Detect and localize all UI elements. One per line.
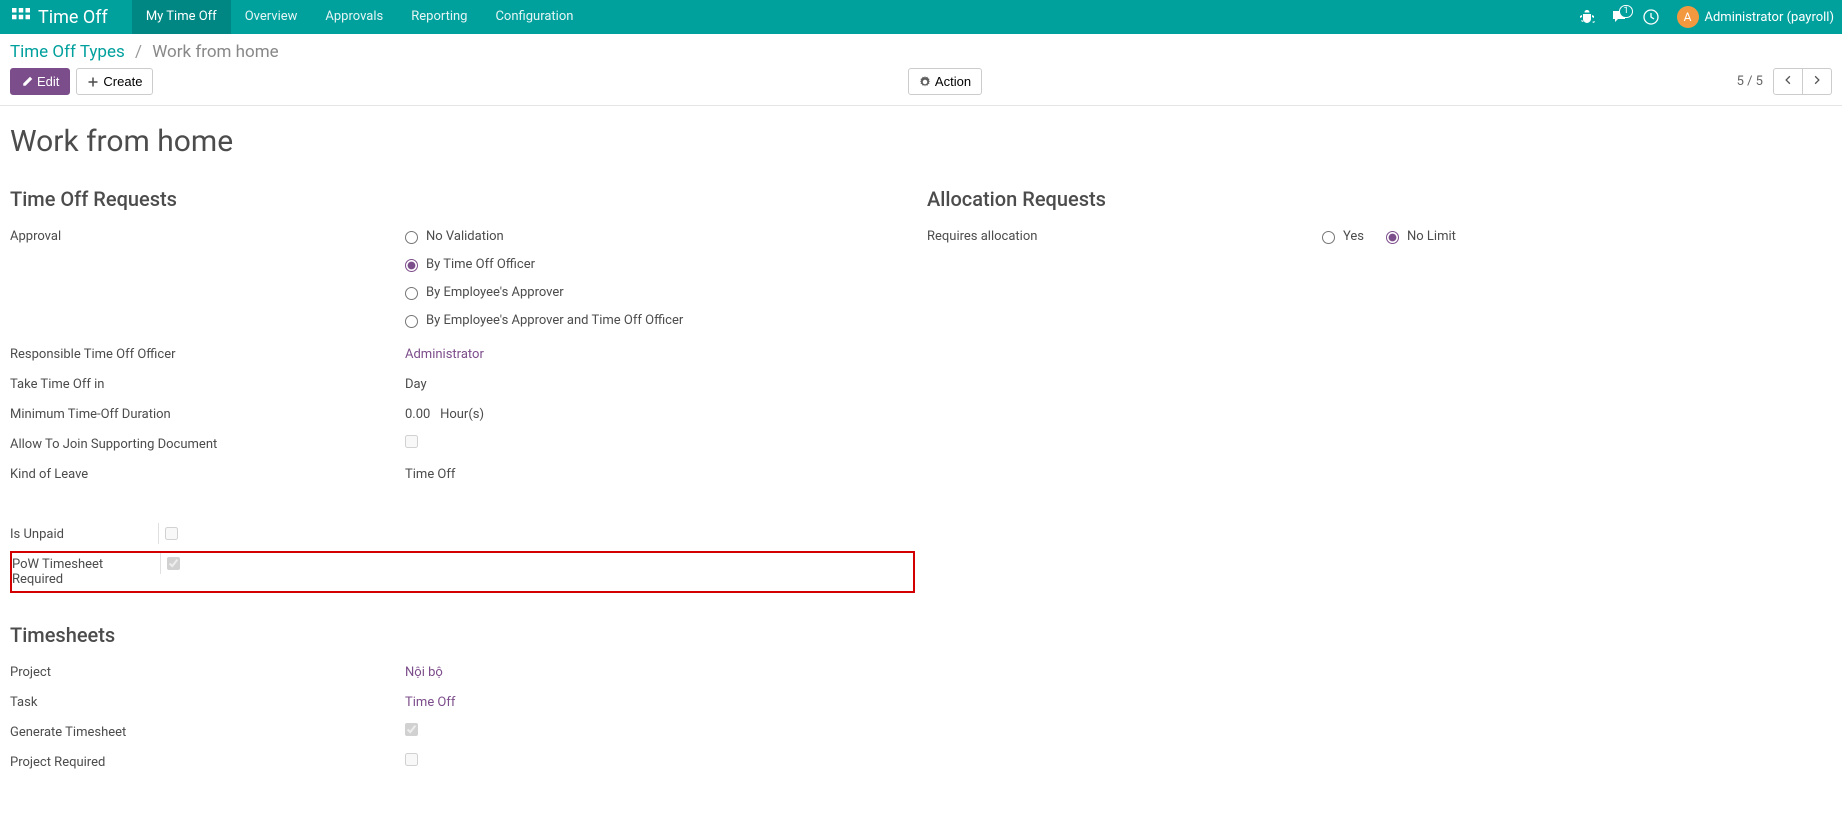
plus-icon [87, 76, 99, 88]
label-min-duration: Minimum Time-Off Duration [10, 405, 405, 425]
value-project[interactable]: Nội bộ [405, 665, 443, 680]
label-pow: PoW Timesheet Required [12, 553, 160, 591]
section-allocation: Allocation Requests [927, 187, 1832, 211]
edit-button[interactable]: Edit [10, 68, 70, 95]
radio-by-officer[interactable]: By Time Off Officer [405, 255, 915, 275]
breadcrumb: Time Off Types / Work from home [10, 42, 279, 62]
radio-no-validation[interactable]: No Validation [405, 227, 915, 247]
conversations-icon[interactable]: 1 [1611, 9, 1627, 25]
value-min-duration: 0.00 Hour(s) [405, 405, 915, 425]
label-responsible: Responsible Time Off Officer [10, 345, 405, 365]
nav-reporting[interactable]: Reporting [397, 0, 481, 34]
radio-by-approver[interactable]: By Employee's Approver [405, 283, 915, 303]
label-is-unpaid: Is Unpaid [10, 523, 158, 546]
approval-radio-group: No Validation By Time Off Officer By Emp… [405, 227, 915, 331]
pager-text: 5 / 5 [1737, 74, 1763, 89]
checkbox-pow [167, 557, 180, 570]
breadcrumb-parent[interactable]: Time Off Types [10, 42, 125, 62]
app-title[interactable]: Time Off [38, 7, 108, 28]
top-navbar: Time Off My Time Off Overview Approvals … [0, 0, 1842, 34]
value-responsible[interactable]: Administrator [405, 347, 484, 362]
chevron-right-icon [1812, 75, 1822, 85]
avatar: A [1677, 6, 1699, 28]
radio-by-both[interactable]: By Employee's Approver and Time Off Offi… [405, 311, 915, 331]
pager-next[interactable] [1803, 69, 1831, 94]
allocation-radio-group: Yes No Limit [1322, 227, 1832, 247]
pencil-icon [21, 76, 33, 88]
gear-icon [919, 76, 931, 88]
breadcrumb-current: Work from home [152, 42, 278, 62]
label-generate-timesheet: Generate Timesheet [10, 723, 405, 743]
page-title: Work from home [10, 124, 1832, 159]
create-button[interactable]: Create [76, 68, 153, 95]
checkbox-allow-doc [405, 435, 418, 448]
label-requires-allocation: Requires allocation [927, 227, 1322, 247]
nav-configuration[interactable]: Configuration [481, 0, 587, 34]
value-take-in: Day [405, 375, 915, 395]
action-button[interactable]: Action [908, 68, 982, 95]
bug-icon[interactable] [1579, 9, 1595, 25]
radio-alloc-nolimit[interactable]: No Limit [1386, 227, 1456, 247]
nav-approvals[interactable]: Approvals [311, 0, 397, 34]
value-task[interactable]: Time Off [405, 695, 455, 710]
label-allow-doc: Allow To Join Supporting Document [10, 435, 405, 455]
label-project: Project [10, 663, 405, 683]
checkbox-is-unpaid [165, 527, 178, 540]
checkbox-generate-timesheet [405, 723, 418, 736]
chevron-left-icon [1783, 75, 1793, 85]
pager-prev[interactable] [1774, 69, 1803, 94]
section-timeoff-requests: Time Off Requests [10, 187, 915, 211]
label-task: Task [10, 693, 405, 713]
nav-overview[interactable]: Overview [231, 0, 312, 34]
pager: 5 / 5 [1737, 68, 1832, 95]
nav-my-time-off[interactable]: My Time Off [132, 0, 231, 34]
radio-alloc-yes[interactable]: Yes [1322, 227, 1364, 247]
label-project-required: Project Required [10, 753, 405, 773]
apps-icon[interactable] [12, 8, 30, 26]
checkbox-project-required [405, 753, 418, 766]
pow-highlight: PoW Timesheet Required [10, 551, 915, 593]
label-kind: Kind of Leave [10, 465, 405, 485]
conversations-badge: 1 [1619, 5, 1632, 18]
section-timesheets: Timesheets [10, 623, 915, 647]
label-take-in: Take Time Off in [10, 375, 405, 395]
user-name: Administrator (payroll) [1705, 10, 1835, 25]
user-menu[interactable]: A Administrator (payroll) [1677, 6, 1835, 28]
label-approval: Approval [10, 227, 405, 247]
activities-icon[interactable] [1643, 9, 1659, 25]
value-kind: Time Off [405, 465, 915, 485]
